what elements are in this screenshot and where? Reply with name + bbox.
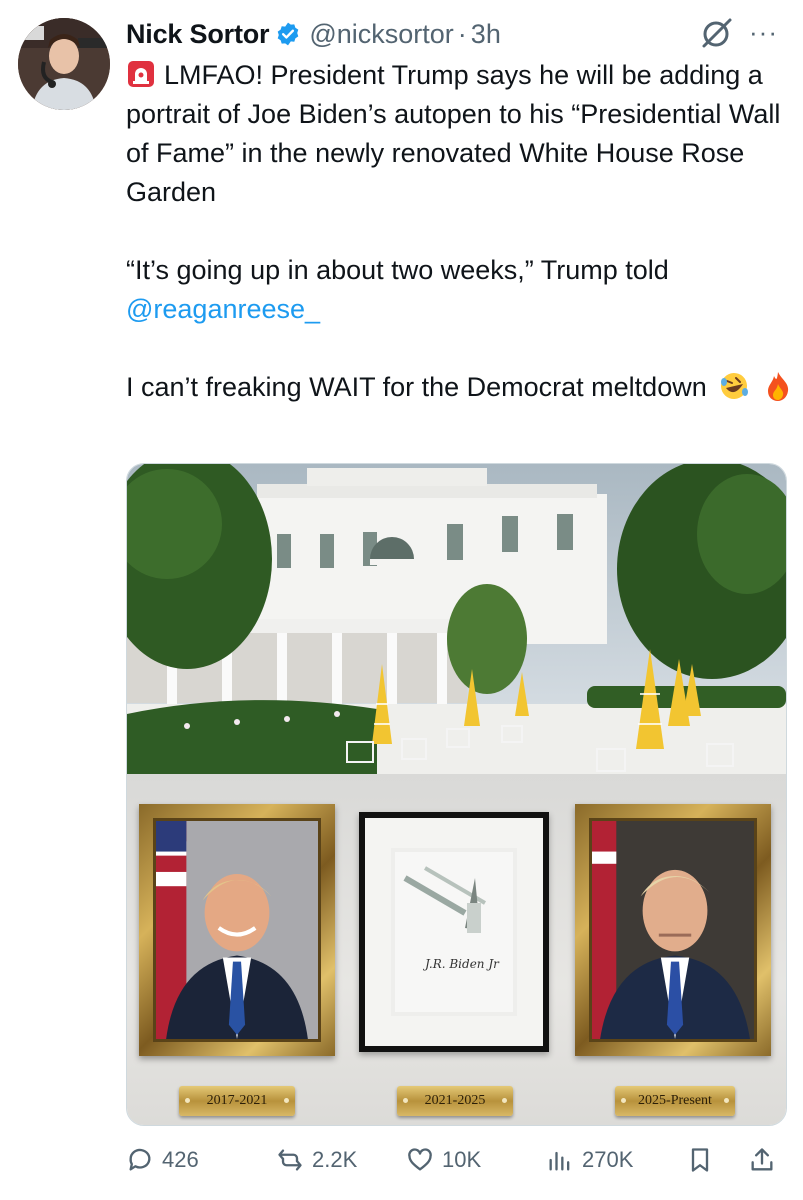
reply-icon <box>129 1148 151 1171</box>
like-count: 10K <box>442 1147 482 1172</box>
siren-emoji <box>128 61 154 87</box>
autopen-frame-middle: J.R. Biden Jr <box>359 812 549 1052</box>
verified-badge-icon <box>278 22 299 46</box>
plaque-right: 2025-Present <box>615 1086 735 1116</box>
post-header: Nick Sortor @nicksortor · 3h <box>126 16 786 52</box>
like-icon <box>408 1148 432 1171</box>
text-quote: “It’s going up in about two weeks,” Trum… <box>126 255 669 285</box>
separator: · <box>457 18 467 49</box>
text-end: I can’t freaking WAIT for the Democrat m… <box>126 372 707 402</box>
portrait-frame-left <box>139 804 335 1056</box>
plaque-middle: 2021-2025 <box>397 1086 513 1116</box>
share-button[interactable] <box>748 1140 776 1180</box>
text-paragraph-1: LMFAO! President Trump says he will be a… <box>126 56 796 212</box>
rofl-emoji <box>721 373 749 399</box>
grok-icon[interactable] <box>700 16 734 50</box>
views-button[interactable]: 270K <box>546 1140 633 1180</box>
avatar[interactable] <box>18 18 110 110</box>
post-text: LMFAO! President Trump says he will be a… <box>126 56 796 407</box>
fire-emoji <box>767 372 788 401</box>
bookmark-button[interactable] <box>686 1140 714 1180</box>
like-button[interactable]: 10K <box>406 1140 481 1180</box>
share-icon <box>751 1148 773 1171</box>
repost-count: 2.2K <box>312 1147 358 1172</box>
action-bar: 426 2.2K 10K 270K <box>126 1140 796 1180</box>
mention-link[interactable]: @reaganreese_ <box>126 294 320 324</box>
text-paragraph-2: “It’s going up in about two weeks,” Trum… <box>126 251 796 329</box>
repost-icon <box>278 1149 302 1171</box>
reply-button[interactable]: 426 <box>126 1140 199 1180</box>
plaque-left: 2017-2021 <box>179 1086 295 1116</box>
portrait-frame-right <box>575 804 771 1056</box>
signature-text: J.R. Biden Jr <box>422 957 500 971</box>
avatar-image <box>18 18 110 110</box>
autopen-picture: J.R. Biden Jr <box>391 848 517 1016</box>
author-handle[interactable]: @nicksortor <box>309 19 453 50</box>
text-line-main: LMFAO! President Trump says he will be a… <box>126 60 781 207</box>
rose-garden-photo <box>127 464 786 774</box>
portrait-trump-2017 <box>156 821 318 1039</box>
repost-button[interactable]: 2.2K <box>276 1140 357 1180</box>
wall-of-fame-rendering: J.R. Biden Jr 2017-2021 2021-2025 2025-P… <box>127 774 786 1125</box>
reply-count: 426 <box>162 1147 199 1172</box>
more-icon[interactable]: ··· <box>749 19 778 45</box>
views-icon <box>549 1151 570 1171</box>
post-image[interactable]: J.R. Biden Jr 2017-2021 2021-2025 2025-P… <box>126 463 787 1126</box>
text-paragraph-3: I can’t freaking WAIT for the Democrat m… <box>126 368 796 407</box>
portrait-trump-2025 <box>592 821 754 1039</box>
author-name[interactable]: Nick Sortor <box>126 19 270 50</box>
post-time[interactable]: 3h <box>471 19 501 50</box>
views-count: 270K <box>582 1147 634 1172</box>
bookmark-icon <box>691 1148 709 1172</box>
